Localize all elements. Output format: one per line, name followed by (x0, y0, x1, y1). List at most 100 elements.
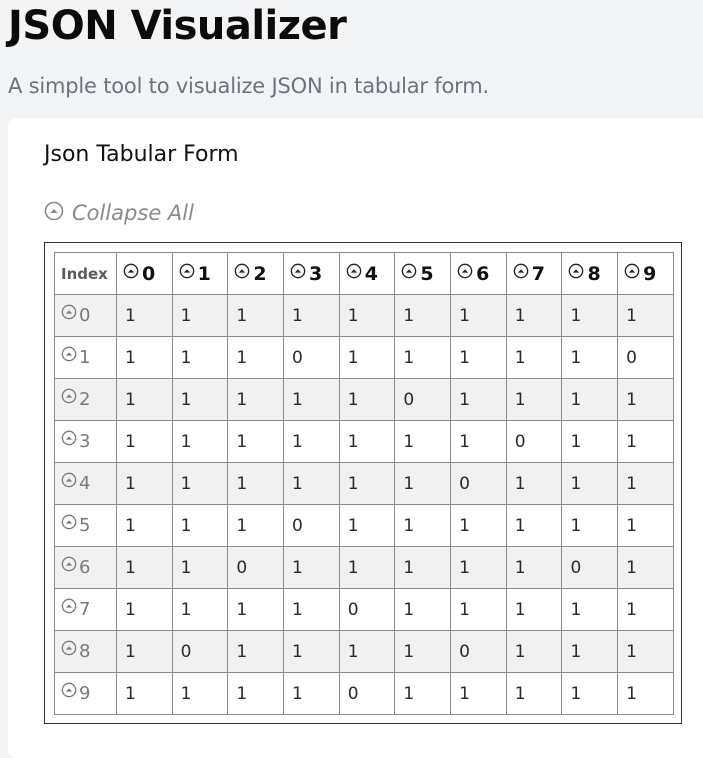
table-cell: 1 (505, 294, 563, 337)
table-cell: 1 (171, 588, 229, 631)
table-cell: 1 (115, 378, 173, 421)
table-row: 71111011111 (54, 588, 674, 631)
column-header-8[interactable]: 8 (561, 252, 619, 295)
table-cell: 1 (171, 462, 229, 505)
table-cell: 1 (283, 588, 340, 631)
collapse-circle-icon (61, 640, 77, 656)
table-cell: 1 (505, 546, 563, 589)
table-cell: 1 (115, 336, 173, 379)
row-index-toggle[interactable]: 2 (54, 378, 117, 421)
table-cell: 1 (450, 546, 507, 589)
row-index-label: 7 (79, 599, 91, 620)
table-cell: 1 (505, 672, 563, 715)
column-header-label: 9 (643, 262, 657, 285)
column-header-4[interactable]: 4 (338, 252, 396, 295)
table-cell: 1 (227, 378, 285, 421)
collapse-circle-icon (61, 304, 77, 320)
column-header-6[interactable]: 6 (450, 252, 507, 295)
row-index-toggle[interactable]: 0 (54, 294, 117, 337)
row-index-toggle[interactable]: 7 (54, 588, 117, 631)
column-header-label: 2 (253, 262, 267, 285)
row-index-label: 2 (79, 389, 91, 410)
row-index-toggle[interactable]: 1 (54, 336, 117, 379)
collapse-circle-icon (61, 682, 77, 698)
table-cell: 0 (561, 546, 619, 589)
table-cell: 1 (394, 336, 452, 379)
table-cell: 1 (227, 336, 285, 379)
column-header-2[interactable]: 2 (227, 252, 285, 295)
table-cell: 0 (450, 462, 507, 505)
table-cell: 1 (115, 294, 173, 337)
table-cell: 1 (561, 294, 619, 337)
collapse-circle-icon (61, 514, 77, 530)
column-header-label: 5 (420, 262, 434, 285)
row-index-label: 6 (79, 557, 91, 578)
column-header-3[interactable]: 3 (283, 252, 340, 295)
row-index-toggle[interactable]: 9 (54, 672, 117, 715)
table-cell: 1 (561, 588, 619, 631)
table-body: 0111111111111110111110211111011113111111… (54, 294, 674, 715)
table-cell: 1 (617, 378, 674, 421)
table-cell: 0 (283, 336, 340, 379)
table-row: 11110111110 (54, 336, 674, 379)
table-cell: 1 (394, 588, 452, 631)
row-index-toggle[interactable]: 6 (54, 546, 117, 589)
table-cell: 1 (561, 630, 619, 673)
row-index-toggle[interactable]: 3 (54, 420, 117, 463)
collapse-circle-icon (457, 263, 473, 279)
table-cell: 1 (505, 336, 563, 379)
collapse-circle-icon (402, 263, 417, 279)
column-header-1[interactable]: 1 (171, 252, 229, 295)
column-header-5[interactable]: 5 (394, 252, 452, 295)
table-cell: 1 (450, 504, 507, 547)
table-cell: 1 (394, 546, 452, 589)
table-row: 81011110111 (54, 630, 674, 673)
collapse-circle-icon (123, 263, 139, 279)
table-frame: Index 0123456789 01111111111111101111102… (44, 242, 682, 724)
table-cell: 0 (338, 588, 396, 631)
card-title: Json Tabular Form (44, 142, 239, 167)
row-index-label: 5 (79, 515, 91, 536)
row-index-toggle[interactable]: 4 (54, 462, 117, 505)
table-cell: 1 (283, 378, 340, 421)
collapse-circle-icon (179, 263, 194, 279)
row-index-toggle[interactable]: 8 (54, 630, 117, 673)
column-header-9[interactable]: 9 (617, 252, 674, 295)
collapse-circle-icon (61, 556, 77, 572)
table-cell: 1 (505, 504, 563, 547)
table-row: 31111111011 (54, 420, 674, 463)
table-cell: 1 (283, 630, 340, 673)
collapse-circle-icon (44, 201, 64, 221)
table-cell: 1 (171, 294, 229, 337)
table-cell: 1 (115, 588, 173, 631)
table-cell: 1 (338, 378, 396, 421)
column-header-0[interactable]: 0 (115, 252, 173, 295)
table-cell: 1 (171, 672, 229, 715)
row-index-label: 9 (79, 683, 91, 704)
collapse-circle-icon (61, 472, 77, 488)
table-cell: 1 (338, 504, 396, 547)
table-cell: 1 (283, 672, 340, 715)
table-row: 91111011111 (54, 672, 674, 715)
json-card: Json Tabular Form Collapse All Index 012… (8, 118, 703, 758)
column-header-7[interactable]: 7 (505, 252, 563, 295)
collapse-circle-icon (61, 388, 77, 404)
table-cell: 0 (338, 672, 396, 715)
collapse-circle-icon (346, 263, 362, 279)
index-header: Index (54, 252, 117, 295)
table-cell: 0 (227, 546, 285, 589)
table-row: 21111101111 (54, 378, 674, 421)
table-cell: 1 (227, 294, 285, 337)
table-cell: 1 (171, 336, 229, 379)
table-cell: 1 (394, 504, 452, 547)
table-cell: 1 (394, 630, 452, 673)
table-cell: 1 (561, 672, 619, 715)
table-cell: 1 (505, 378, 563, 421)
table-cell: 1 (394, 420, 452, 463)
collapse-circle-icon (513, 263, 529, 279)
row-index-toggle[interactable]: 5 (54, 504, 117, 547)
table-cell: 1 (505, 462, 563, 505)
table-cell: 1 (171, 420, 229, 463)
app-subtitle: A simple tool to visualize JSON in tabul… (8, 74, 489, 98)
collapse-all-button[interactable]: Collapse All (44, 198, 194, 228)
